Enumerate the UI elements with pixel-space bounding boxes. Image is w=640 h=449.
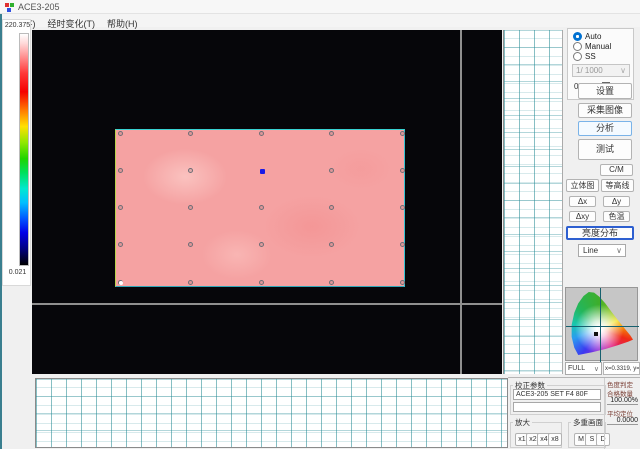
- chevron-down-icon: ∨: [594, 365, 599, 373]
- pass-count-value: 100.00%: [607, 397, 638, 405]
- measure-marker: [118, 168, 123, 173]
- measured-sample-image: [115, 129, 405, 287]
- measure-marker: [400, 131, 405, 136]
- measure-marker: [118, 205, 123, 210]
- contour-button[interactable]: 等高线: [601, 179, 634, 192]
- multi-screen-label: 多重画面: [571, 417, 605, 428]
- cm-toggle-button[interactable]: C/M: [600, 164, 633, 176]
- correction-preset-field-2[interactable]: [513, 402, 601, 412]
- cie-crosshair-horizontal: [566, 326, 639, 327]
- correction-panel: 校正参数 ACE3-205 SET F4 80F 放大 x1x2x4x8 多重画…: [508, 377, 640, 449]
- image-canvas[interactable]: [32, 30, 502, 374]
- vertical-profile-grid: [503, 30, 563, 374]
- measure-marker: [118, 242, 123, 247]
- chevron-down-icon: ∨: [620, 66, 626, 75]
- radio-icon[interactable]: [573, 42, 582, 51]
- horizontal-profile-grid: [35, 378, 508, 448]
- analyze-button[interactable]: 分析: [578, 121, 632, 136]
- measure-marker: [188, 205, 193, 210]
- colorbar-panel: 220.375 0.021: [2, 19, 31, 286]
- delta-y-button[interactable]: Δy: [603, 196, 630, 207]
- multi-screen-group: 多重画面 MSD: [568, 422, 606, 448]
- zoom-group: 放大 x1x2x4x8: [510, 422, 562, 448]
- white-marker-dot: [119, 281, 123, 285]
- delta-xy-button[interactable]: Δxy: [569, 211, 596, 222]
- cie-coordinates-field: x=0.3319, y=0.2898: [603, 362, 640, 375]
- chevron-down-icon: ∨: [616, 246, 622, 255]
- center-measure-point: [260, 169, 265, 174]
- measure-marker: [188, 242, 193, 247]
- zoom-label: 放大: [513, 417, 532, 428]
- canvas-crosshair-horizontal[interactable]: [32, 303, 502, 305]
- measure-marker: [400, 205, 405, 210]
- radio-label: Manual: [585, 42, 611, 51]
- measure-marker: [259, 242, 264, 247]
- menu-item-2[interactable]: 帮助(H): [101, 16, 144, 31]
- radio-icon[interactable]: [573, 52, 582, 61]
- stereo-map-button[interactable]: 立体图: [566, 179, 599, 192]
- cie-measured-point: [594, 332, 598, 336]
- line-mode-value: Line: [583, 246, 598, 255]
- cie-range-value: FULL: [568, 365, 585, 372]
- measure-marker: [188, 131, 193, 136]
- measure-marker: [329, 242, 334, 247]
- shutter-speed-value: 1/ 1000: [576, 66, 603, 75]
- capture-image-button[interactable]: 采集图像: [578, 103, 632, 118]
- colorbar-max-value: 220.375: [3, 22, 32, 29]
- app-window: ACE3-205 文件(F)经时变化(T)帮助(H) 220.375 0.021…: [0, 0, 640, 449]
- menu-item-1[interactable]: 经时变化(T): [42, 16, 102, 31]
- measure-marker: [329, 280, 334, 285]
- canvas-crosshair-vertical[interactable]: [460, 30, 462, 374]
- app-icon: [5, 3, 14, 12]
- radio-label: SS: [585, 52, 596, 61]
- delta-x-button[interactable]: Δx: [569, 196, 596, 207]
- radio-icon[interactable]: [573, 32, 582, 41]
- cie-horseshoe: [569, 290, 635, 357]
- measure-marker: [259, 131, 264, 136]
- title-bar[interactable]: ACE3-205: [0, 0, 640, 14]
- radio-ss[interactable]: SS: [573, 52, 596, 62]
- test-button[interactable]: 测试: [578, 139, 632, 160]
- measure-marker: [188, 168, 193, 173]
- average-value: 0.0000: [607, 417, 638, 425]
- colorbar-min-value: 0.021: [3, 269, 32, 276]
- measure-marker: [188, 280, 193, 285]
- judgement-column: 色度判定 合格数量 100.00% 平均定位 0.0000: [604, 378, 640, 449]
- line-mode-select[interactable]: Line ∨: [578, 244, 626, 257]
- measure-marker: [329, 168, 334, 173]
- correction-group: 校正参数 ACE3-205 SET F4 80F: [510, 385, 606, 415]
- measure-marker: [329, 205, 334, 210]
- measure-marker: [259, 205, 264, 210]
- correction-preset-field[interactable]: ACE3-205 SET F4 80F: [513, 389, 601, 400]
- measure-marker: [400, 242, 405, 247]
- luminance-distribution-button[interactable]: 亮度分布: [566, 226, 634, 240]
- measure-marker: [400, 280, 405, 285]
- radio-manual[interactable]: Manual: [573, 42, 611, 52]
- cie-range-select[interactable]: FULL ∨: [565, 362, 602, 375]
- measure-marker: [118, 131, 123, 136]
- menu-bar: 文件(F)经时变化(T)帮助(H): [0, 14, 640, 27]
- shutter-speed-select[interactable]: 1/ 1000 ∨: [572, 64, 630, 77]
- color-temp-button[interactable]: 色温: [603, 211, 630, 222]
- radio-label: Auto: [585, 32, 601, 41]
- zoom-x8-button[interactable]: x8: [548, 433, 562, 446]
- measure-marker: [400, 168, 405, 173]
- cie-crosshair-vertical: [600, 288, 601, 362]
- measure-marker: [329, 131, 334, 136]
- measure-marker: [259, 280, 264, 285]
- colorbar-gradient: [19, 33, 29, 266]
- radio-auto[interactable]: Auto: [573, 32, 601, 42]
- cie-chromaticity-diagram[interactable]: [565, 287, 638, 361]
- window-title: ACE3-205: [18, 2, 60, 12]
- settings-button[interactable]: 设置: [578, 83, 632, 99]
